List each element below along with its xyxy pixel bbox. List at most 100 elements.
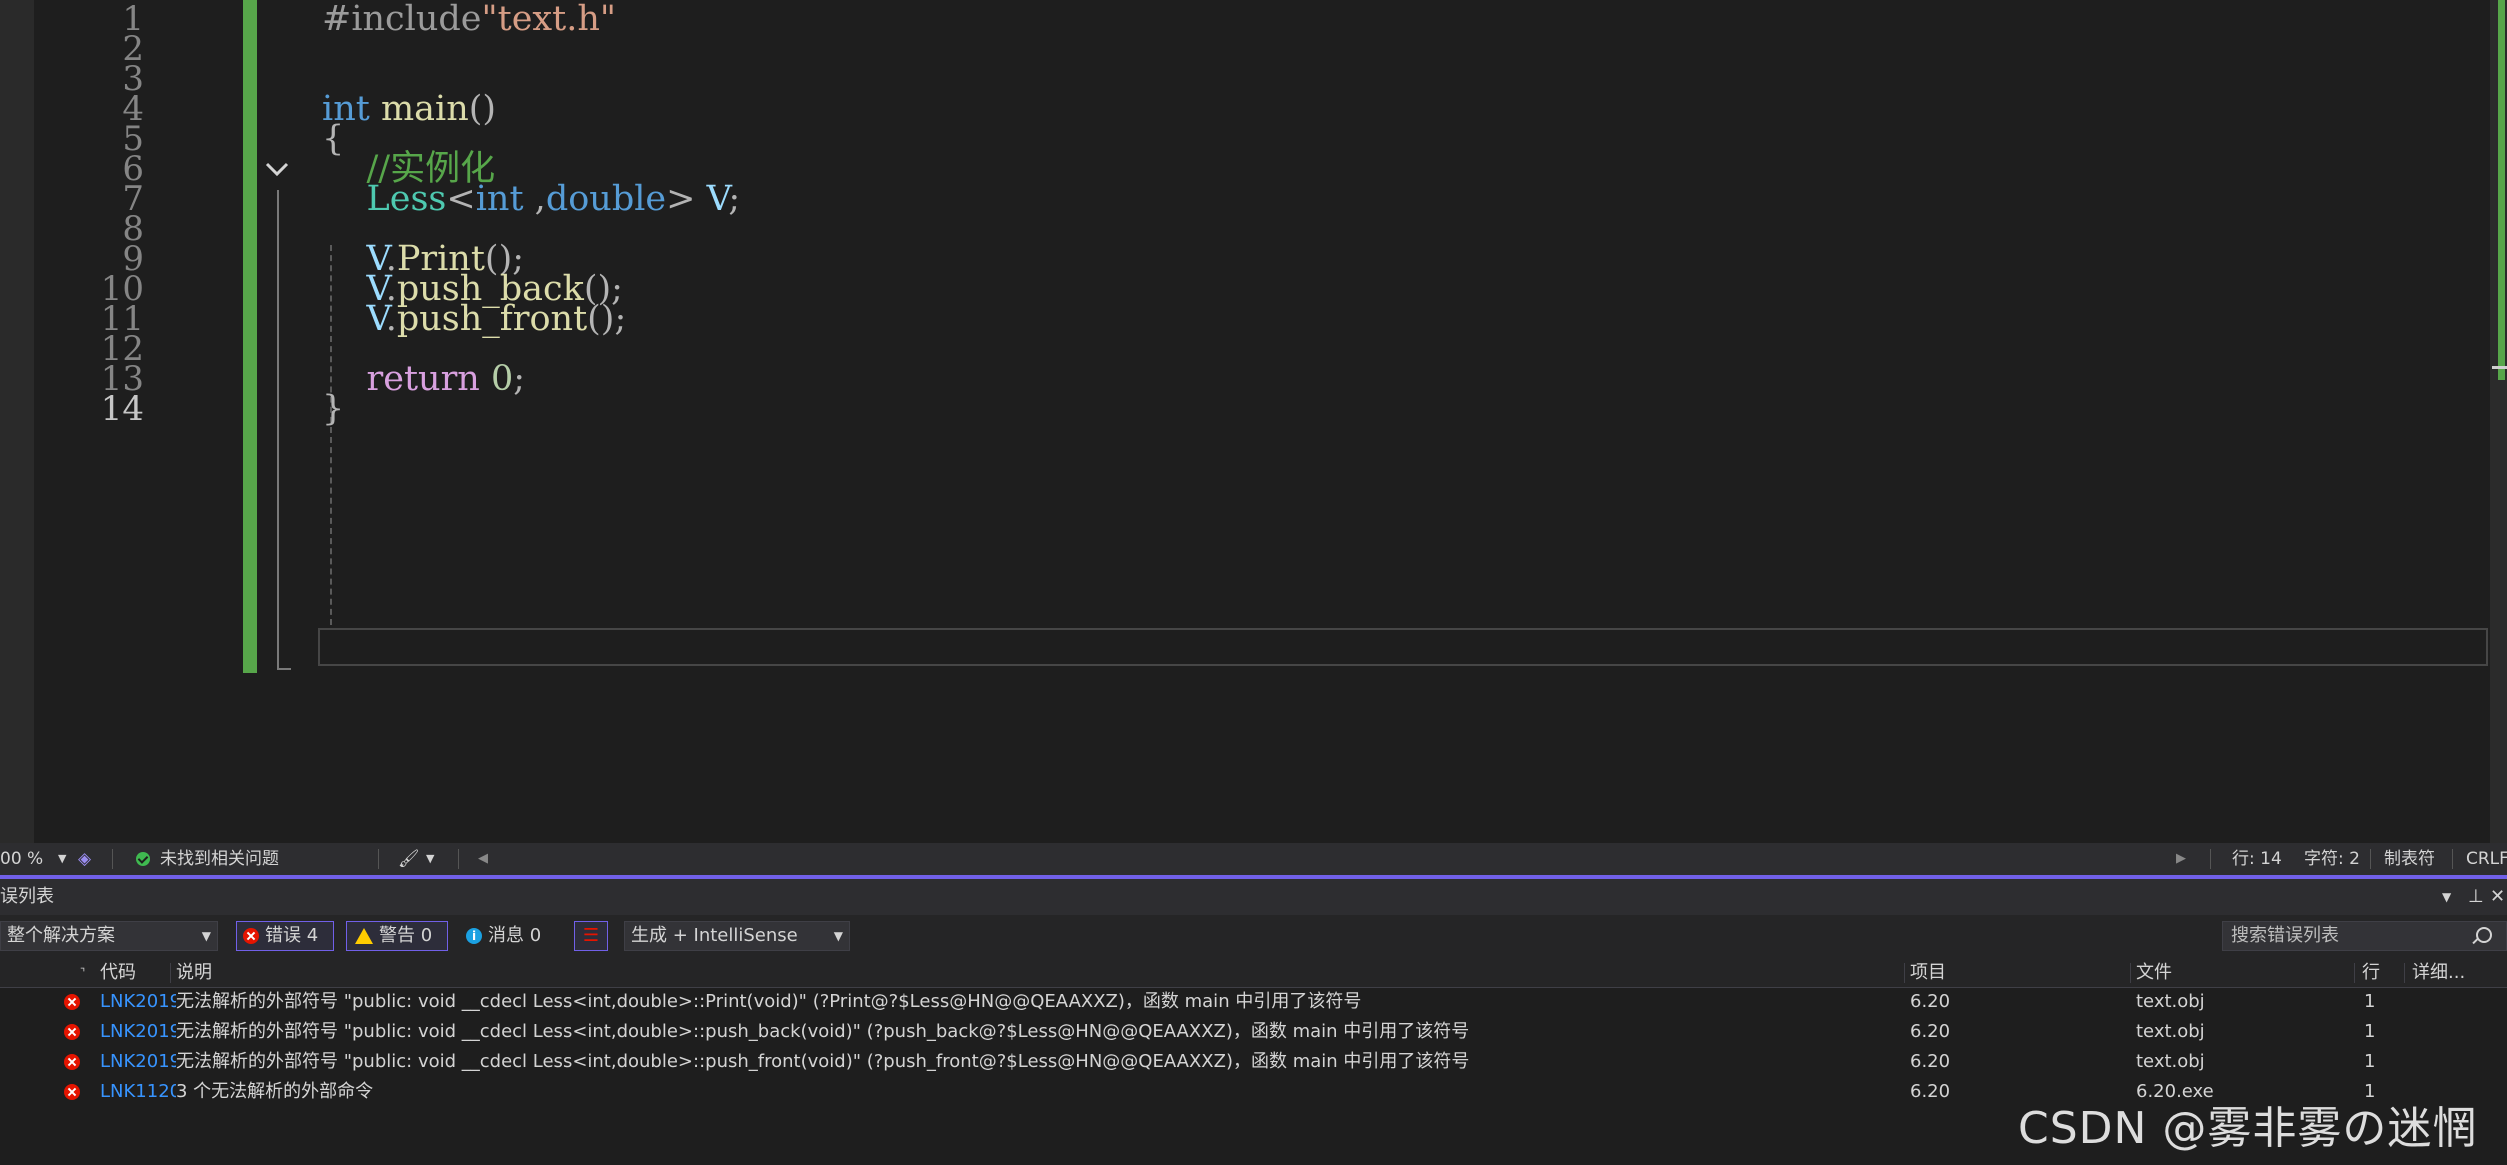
code-line[interactable]: #include"text.h": [322, 0, 616, 43]
code-token: ();: [587, 299, 627, 339]
code-token: 0: [490, 359, 514, 399]
table-row[interactable]: LNK2019 无法解析的外部符号 "public: void __cdecl …: [0, 987, 2507, 1017]
scroll-right-icon[interactable]: ▶: [2176, 843, 2186, 875]
code-token: >: [666, 179, 707, 219]
collapse-chevron-icon[interactable]: [262, 152, 292, 188]
warning-icon: [355, 928, 373, 944]
indent-mode[interactable]: 制表符: [2384, 843, 2435, 875]
status-separator: [458, 849, 459, 869]
scrollbar-caret-marker: [2492, 366, 2507, 369]
warnings-filter-button[interactable]: 警告 0: [346, 921, 448, 951]
column-separator: [2130, 963, 2131, 983]
error-icon: [243, 928, 259, 944]
zoom-level[interactable]: 00 %: [0, 843, 43, 875]
scope-value: 整个解决方案: [7, 925, 115, 946]
code-token: ;: [513, 359, 526, 399]
panel-options-icon[interactable]: ▼: [2442, 879, 2451, 915]
panel-title: 误列表: [0, 886, 54, 907]
error-line: 1: [2364, 991, 2376, 1012]
column-header-project[interactable]: 项目: [1910, 959, 1946, 987]
code-token: }: [322, 389, 345, 429]
zoom-dropdown-arrow-icon[interactable]: ▼: [58, 843, 66, 875]
fold-region-end: [277, 668, 291, 670]
error-icon: [64, 1054, 80, 1070]
column-separator: [1904, 963, 1905, 983]
messages-filter-button[interactable]: i 消息 0: [466, 921, 541, 951]
column-header-line[interactable]: 行: [2362, 959, 2380, 987]
copilot-icon[interactable]: ◈: [78, 843, 91, 875]
editor-status-bar: 00 % ▼ ◈ 未找到相关问题 🖌 ▼ ◀ ▶ 行: 14 字符: 2 制表符…: [0, 843, 2507, 875]
status-separator: [2452, 849, 2453, 869]
error-code-link[interactable]: LNK1120: [100, 1077, 176, 1107]
cleanup-dropdown-arrow-icon[interactable]: ▼: [426, 843, 434, 875]
error-code-link[interactable]: LNK2019: [100, 1017, 176, 1047]
code-token: return: [366, 359, 480, 399]
table-row[interactable]: LNK2019 无法解析的外部符号 "public: void __cdecl …: [0, 1047, 2507, 1077]
scroll-left-icon[interactable]: ◀: [478, 843, 488, 875]
error-code-link[interactable]: LNK2019: [100, 987, 176, 1017]
status-separator: [2210, 849, 2211, 869]
error-code-link[interactable]: LNK2019: [100, 1047, 176, 1077]
table-header: ⌝ 代码 说明 项目 文件 行 详细...: [0, 959, 2507, 988]
code-token: Less: [366, 179, 447, 219]
cleanup-brush-icon[interactable]: 🖌: [398, 843, 420, 875]
error-list-title-bar: 误列表 ▼ ⊥ ✕: [0, 879, 2507, 915]
code-token: push_front: [396, 299, 588, 339]
code-token: <: [446, 179, 476, 219]
error-description: 3 个无法解析的外部命令: [176, 1081, 374, 1102]
check-circle-icon: [136, 852, 150, 866]
code-token: main: [380, 89, 469, 129]
column-header-details[interactable]: 详细...: [2412, 959, 2465, 987]
line-indicator[interactable]: 行: 14: [2232, 843, 2282, 875]
search-icon[interactable]: [2476, 927, 2492, 943]
column-header-file[interactable]: 文件: [2136, 959, 2172, 987]
sort-icon[interactable]: ⌝: [80, 959, 85, 987]
code-line[interactable]: Less<int ,double> V;: [322, 175, 741, 223]
build-filter-toggle[interactable]: ☰: [574, 921, 608, 951]
char-indicator[interactable]: 字符: 2: [2304, 843, 2360, 875]
watermark: CSDN @雾非雾の迷惘: [2018, 1103, 2478, 1154]
editor-margin: [0, 0, 34, 843]
error-file: text.obj: [2136, 1021, 2205, 1042]
errors-filter-label: 错误 4: [265, 925, 319, 946]
code-line[interactable]: V.push_front();: [322, 295, 627, 343]
error-file: text.obj: [2136, 991, 2205, 1012]
issues-status[interactable]: 未找到相关问题: [160, 843, 279, 875]
column-separator: [2404, 963, 2405, 983]
line-number: 14: [100, 389, 144, 429]
error-line: 1: [2364, 1051, 2376, 1072]
error-project: 6.20: [1910, 1021, 1951, 1042]
table-row[interactable]: LNK2019 无法解析的外部符号 "public: void __cdecl …: [0, 1017, 2507, 1047]
column-header-description[interactable]: 说明: [176, 959, 212, 987]
pin-icon[interactable]: ⊥: [2468, 879, 2484, 915]
code-token: #include: [322, 0, 482, 39]
chevron-down-icon: ▼: [201, 929, 211, 943]
column-header-code[interactable]: 代码: [100, 959, 136, 987]
code-token: V: [706, 179, 729, 219]
line-ending[interactable]: CRLF: [2466, 843, 2507, 875]
scrollbar-change-marker: [2498, 0, 2505, 380]
code-token: ;: [728, 179, 741, 219]
error-file: text.obj: [2136, 1051, 2205, 1072]
scope-dropdown[interactable]: 整个解决方案 ▼: [0, 921, 218, 951]
chevron-down-icon: ▼: [833, 929, 843, 943]
close-icon[interactable]: ✕: [2490, 879, 2505, 915]
error-description: 无法解析的外部符号 "public: void __cdecl Less<int…: [176, 1051, 1470, 1072]
code-token: (): [468, 89, 497, 129]
code-editor[interactable]: 1 2 3 4 5 6 7 8 9 10 11 12 13 14 #include"text.h" int …: [0, 0, 2507, 843]
code-line[interactable]: return 0;: [322, 355, 526, 403]
code-token: .: [385, 299, 397, 339]
code-line[interactable]: }: [322, 385, 344, 433]
source-dropdown[interactable]: 生成 + IntelliSense ▼: [624, 921, 850, 951]
code-token: ,: [523, 179, 546, 219]
status-separator: [378, 849, 379, 869]
errors-filter-button[interactable]: 错误 4: [236, 921, 334, 951]
search-error-list-input[interactable]: 搜索错误列表: [2222, 921, 2507, 951]
code-token: "text.h": [481, 0, 616, 39]
error-icon: [64, 994, 80, 1010]
error-list-toolbar: 整个解决方案 ▼ 错误 4 警告 0 i 消息 0 ☰ 生成 + IntelliS…: [0, 915, 2507, 959]
code-line[interactable]: int main(): [322, 85, 496, 133]
